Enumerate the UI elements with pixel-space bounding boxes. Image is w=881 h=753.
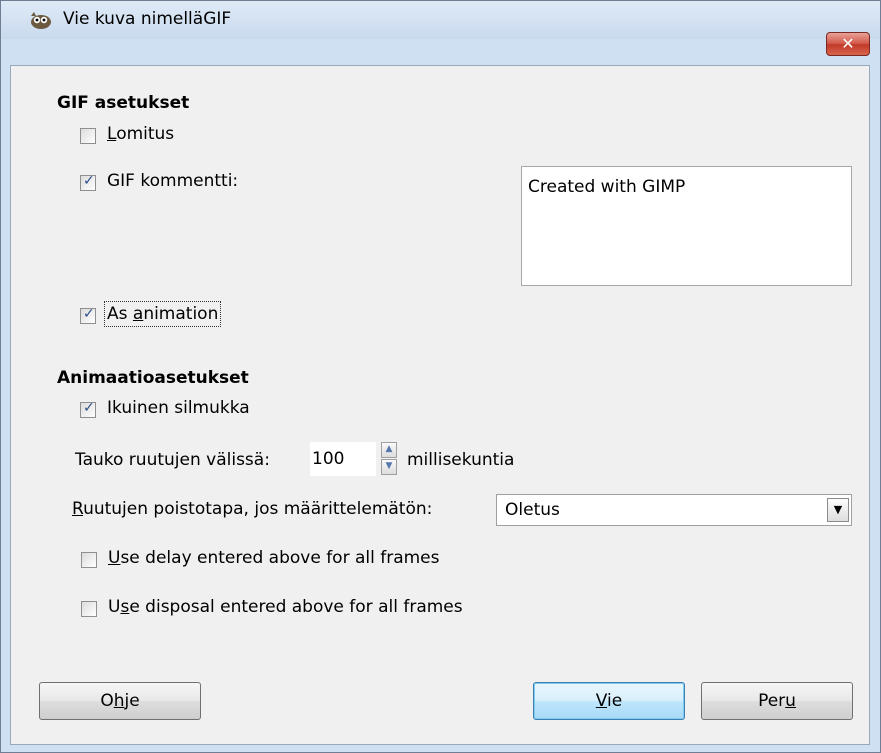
spin-up-icon[interactable]: ▲ xyxy=(381,442,397,458)
title-bar[interactable]: Vie kuva nimelläGIF xyxy=(1,1,880,39)
spin-down-icon[interactable]: ▼ xyxy=(381,459,397,475)
disposal-label: Ruutujen poistotapa, jos määrittelemätön… xyxy=(72,499,433,519)
gif-comment-textarea[interactable]: Created with GIMP xyxy=(521,166,852,286)
export-dialog-window: Vie kuva nimelläGIF ✕ GIF asetukset Lomi… xyxy=(0,0,881,753)
help-button[interactable]: Ohje xyxy=(39,682,201,720)
as-animation-checkbox[interactable]: ✓ xyxy=(80,306,96,324)
chevron-down-icon[interactable]: ▼ xyxy=(827,498,849,522)
use-disposal-all-checkbox[interactable] xyxy=(81,601,97,617)
delay-spinner[interactable]: ▲ ▼ xyxy=(381,442,399,476)
close-button[interactable]: ✕ xyxy=(826,32,870,56)
delay-unit-label: millisekuntia xyxy=(407,450,515,470)
dialog-content: GIF asetukset Lomitus ✓ GIF kommentti: C… xyxy=(10,65,870,745)
delay-label: Tauko ruutujen välissä: xyxy=(75,450,270,470)
checkmark-icon: ✓ xyxy=(83,400,95,416)
gif-comment-label[interactable]: GIF kommentti: xyxy=(107,171,238,191)
window-title: Vie kuva nimelläGIF xyxy=(63,9,232,29)
gif-comment-checkbox[interactable]: ✓ xyxy=(80,173,96,191)
disposal-select-value: Oletus xyxy=(505,500,560,520)
interlace-checkbox[interactable] xyxy=(80,128,96,144)
loop-forever-checkbox[interactable]: ✓ xyxy=(80,400,96,418)
cancel-button[interactable]: Peru xyxy=(701,682,853,720)
use-delay-all-checkbox[interactable] xyxy=(81,552,97,568)
disposal-select[interactable]: Oletus ▼ xyxy=(496,494,852,526)
checkmark-icon: ✓ xyxy=(83,173,95,189)
as-animation-label[interactable]: As animation xyxy=(104,301,222,327)
use-delay-all-label[interactable]: Use delay entered above for all frames xyxy=(108,548,440,568)
animation-settings-heading: Animaatioasetukset xyxy=(57,368,249,388)
interlace-label[interactable]: Lomitus xyxy=(107,124,174,144)
close-icon: ✕ xyxy=(841,34,855,53)
gif-settings-heading: GIF asetukset xyxy=(57,93,190,113)
use-disposal-all-label[interactable]: Use disposal entered above for all frame… xyxy=(108,597,463,617)
export-button[interactable]: Vie xyxy=(533,682,685,720)
loop-forever-label[interactable]: Ikuinen silmukka xyxy=(107,398,250,418)
checkmark-icon: ✓ xyxy=(83,306,95,322)
gimp-wilber-icon xyxy=(28,10,54,30)
delay-input[interactable]: 100 xyxy=(310,442,376,476)
